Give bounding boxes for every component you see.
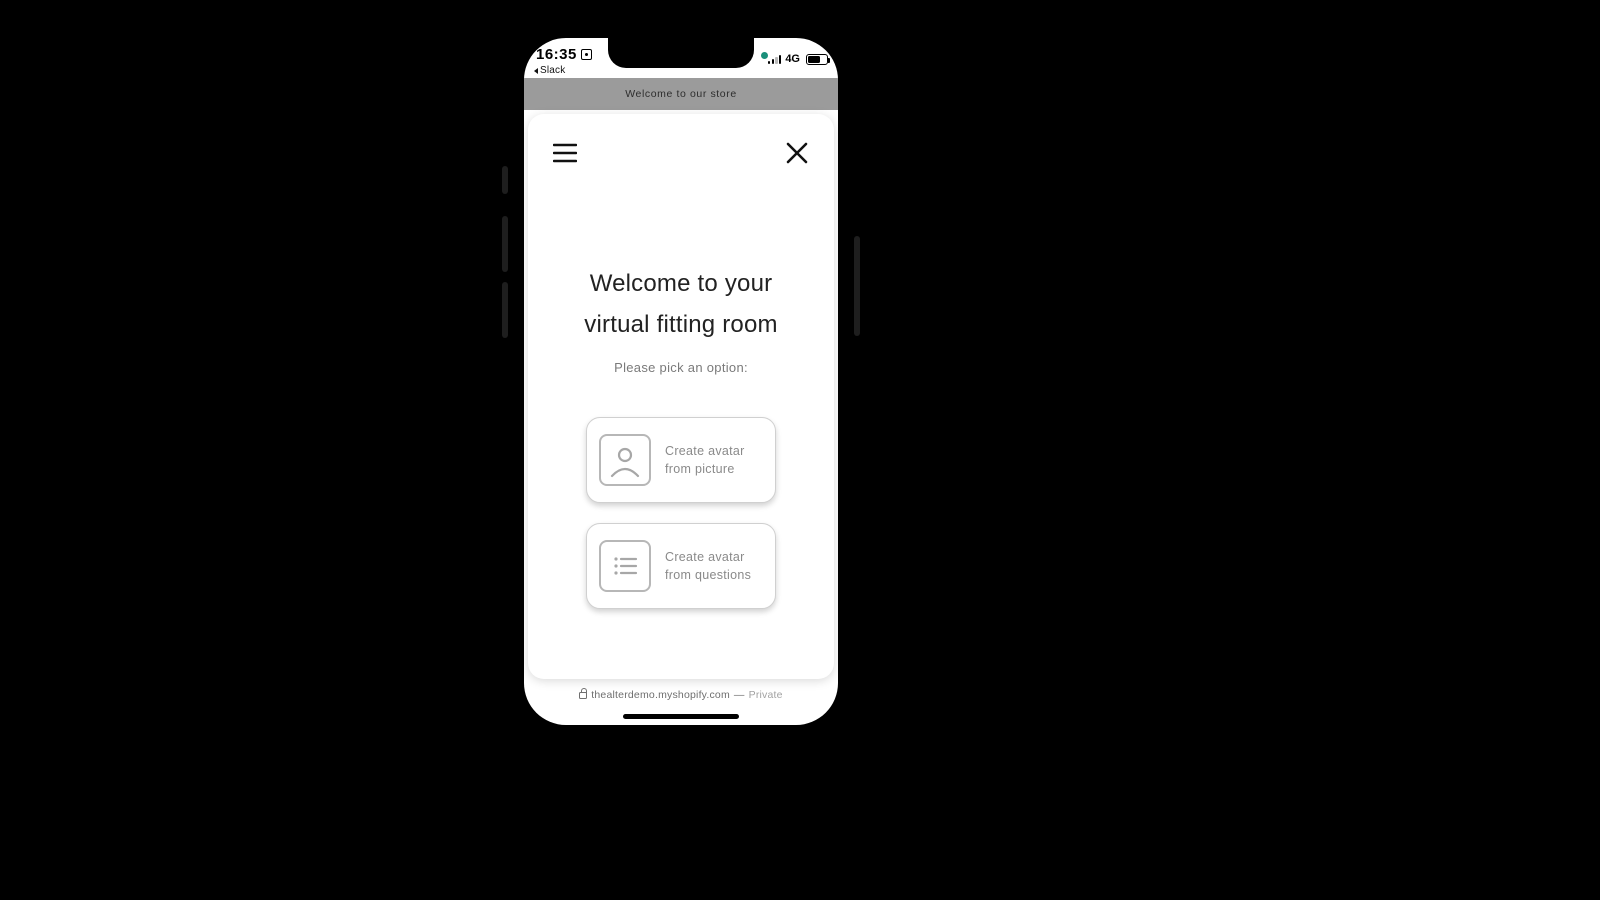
modal-title: Welcome to your virtual fitting room [556,264,806,346]
browser-address-bar[interactable]: thealterdemo.myshopify.com — Private [524,681,838,709]
phone-power-button [854,236,860,336]
option-questions-line2: from questions [665,568,751,582]
camera-indicator-dot [761,52,768,59]
lock-icon [579,692,587,699]
phone-frame: 16:35 4G Slack Welcome [521,35,841,728]
option-questions-line1: Create avatar [665,550,751,564]
home-indicator[interactable] [623,714,739,719]
phone-screen: 16:35 4G Slack Welcome [524,38,838,725]
browser-url: thealterdemo.myshopify.com [591,689,730,701]
status-time: 16:35 [536,46,592,63]
status-time-text: 16:35 [536,46,577,63]
status-right-cluster: 4G [768,53,828,65]
phone-volume-down [502,282,508,338]
close-icon [786,142,808,164]
phone-silent-switch [502,166,508,194]
phone-volume-up [502,216,508,272]
menu-button[interactable] [552,140,578,166]
url-separator: — [734,689,745,701]
avatar-photo-icon [599,434,651,486]
option-picture-line2: from picture [665,462,745,476]
fitting-room-modal: Welcome to your virtual fitting room Ple… [528,114,834,679]
cellular-signal-icon [768,54,781,64]
option-picture-line1: Create avatar [665,444,745,458]
return-app-label: Slack [540,65,565,76]
store-announcement-bar: Welcome to our store [524,78,838,110]
private-mode-label: Private [749,689,783,701]
hamburger-icon [553,143,577,163]
modal-subtitle: Please pick an option: [556,360,806,375]
option-create-from-picture[interactable]: Create avatar from picture [586,417,776,503]
location-indicator-icon [581,49,592,60]
return-to-app[interactable]: Slack [534,65,565,76]
phone-notch [608,38,754,68]
list-questionnaire-icon [599,540,651,592]
chevron-left-icon [534,68,538,74]
battery-icon [806,54,828,65]
close-button[interactable] [784,140,810,166]
network-label: 4G [785,53,800,65]
option-create-from-questions[interactable]: Create avatar from questions [586,523,776,609]
